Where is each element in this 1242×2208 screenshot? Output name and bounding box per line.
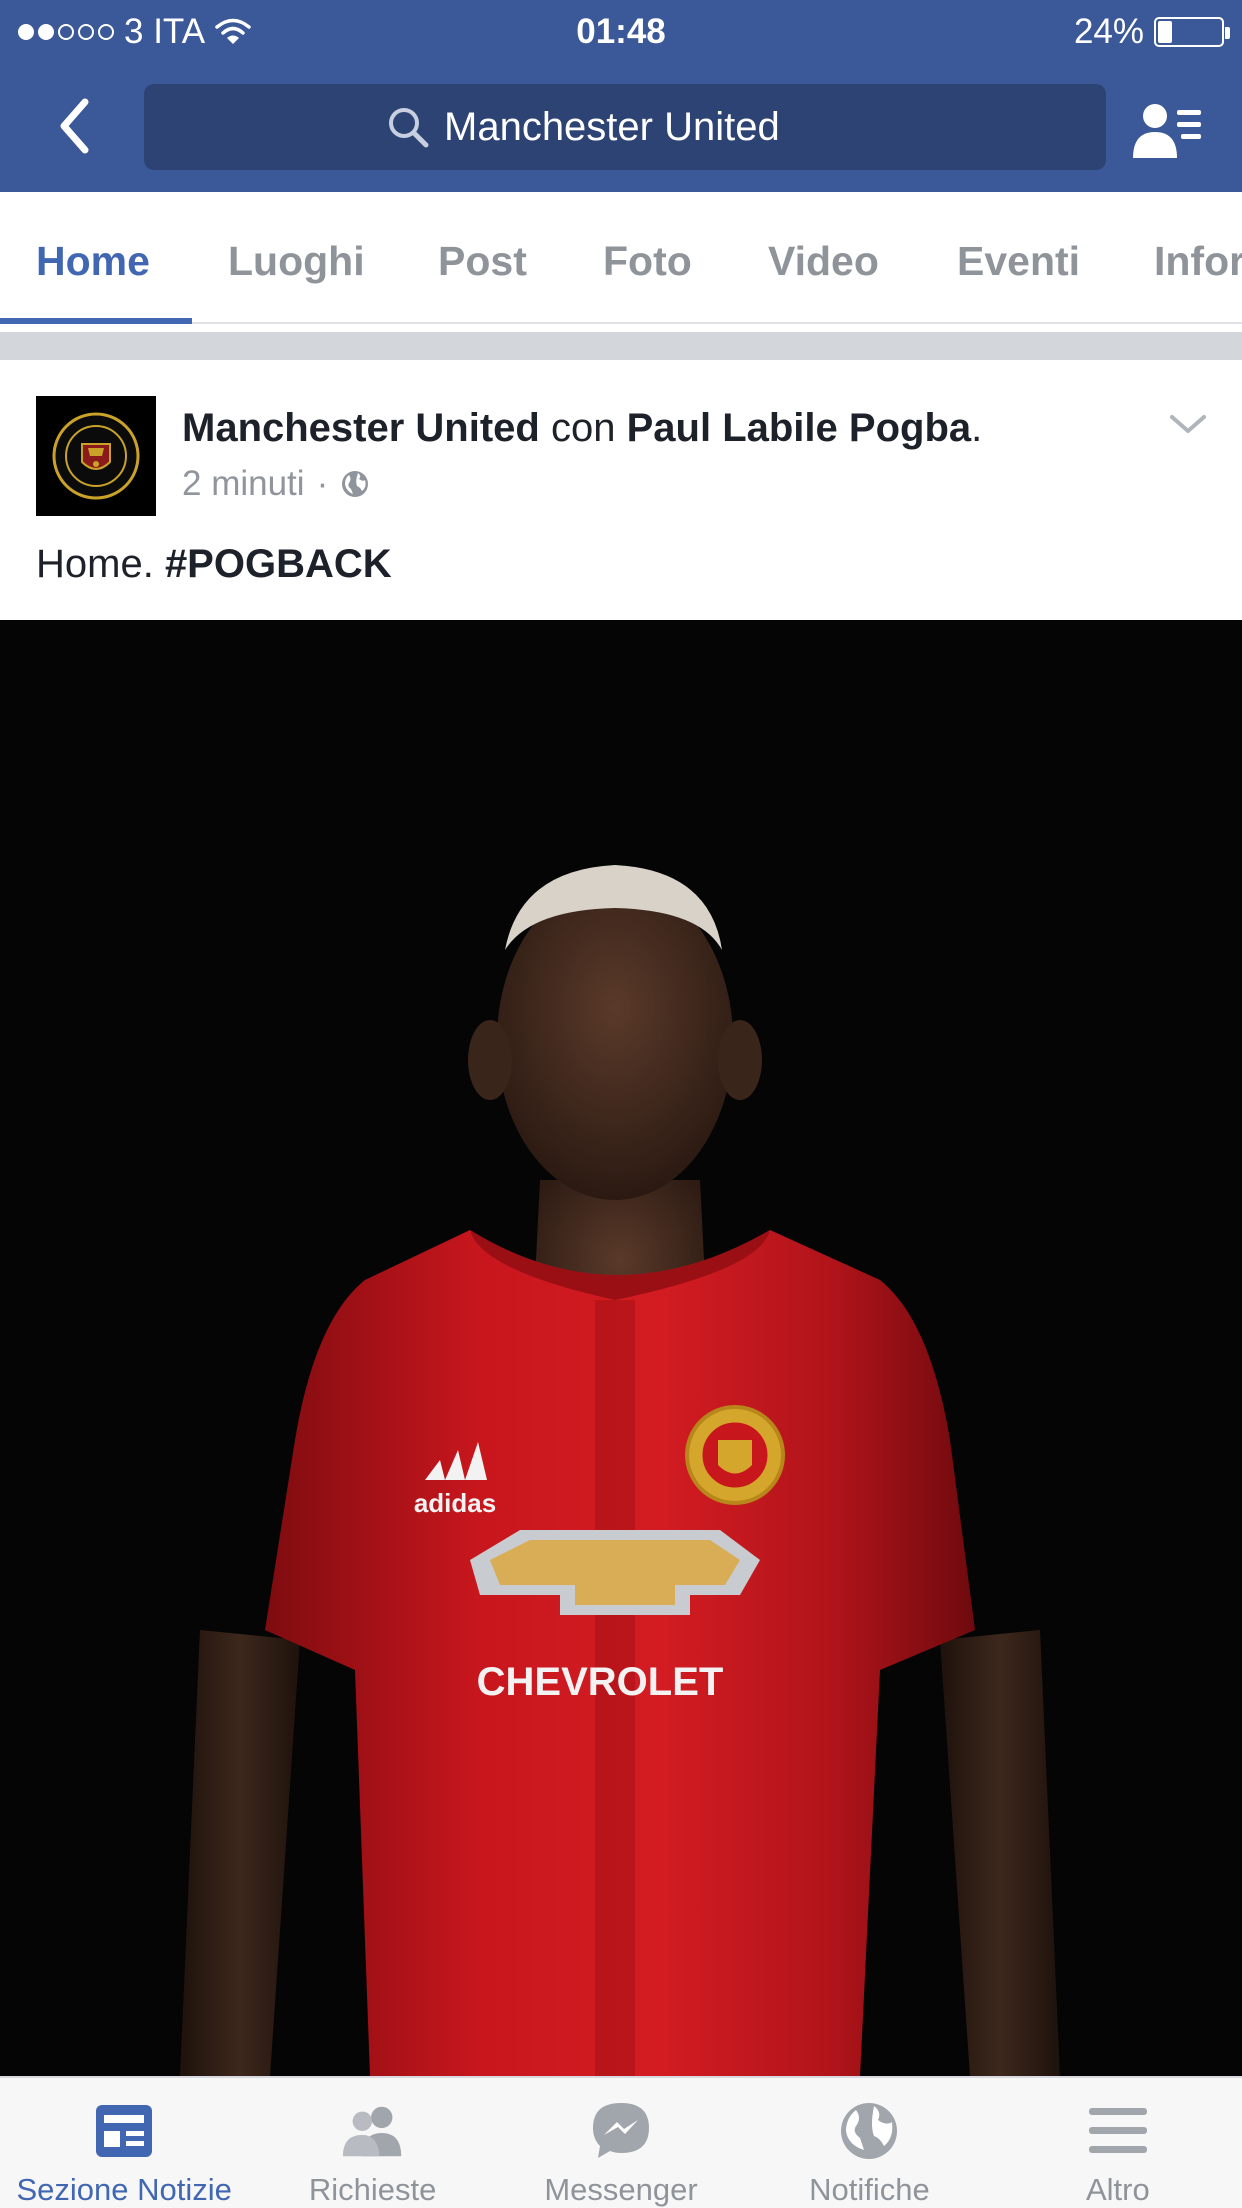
- nav-news-feed[interactable]: Sezione Notizie: [0, 2078, 248, 2208]
- bottom-tab-bar: Sezione Notizie Richieste Messenger Noti…: [0, 2076, 1242, 2208]
- nav-label-friend-requests: Richieste: [308, 2172, 437, 2207]
- page-tabs: Home Luoghi Post Foto Video Eventi Infor: [0, 192, 1242, 324]
- menu-icon: [1088, 2108, 1147, 2153]
- profile-menu-button[interactable]: [1118, 92, 1218, 168]
- globe-privacy-icon: [342, 471, 369, 497]
- active-tab-indicator: [0, 318, 192, 324]
- back-chevron-icon: [60, 98, 89, 154]
- post-options-button[interactable]: [1160, 400, 1216, 450]
- post-card: Manchester United con Paul Labile Pogba.…: [0, 360, 1242, 620]
- shirt-brand-text: adidas: [414, 1488, 496, 1518]
- status-time: 01:48: [576, 12, 666, 51]
- post-headline: Manchester United con Paul Labile Pogba.: [182, 402, 982, 454]
- post-meta: 2 minuti ·: [182, 464, 370, 504]
- shirt-sponsor-text: CHEVROLET: [477, 1660, 724, 1704]
- person-list-icon: [1133, 104, 1201, 158]
- search-bar[interactable]: [144, 84, 1106, 170]
- search-icon: [389, 108, 429, 148]
- post-author[interactable]: Manchester United: [182, 406, 540, 450]
- nav-more[interactable]: Altro: [994, 2078, 1242, 2208]
- tab-info[interactable]: Infor: [1154, 192, 1242, 322]
- caption-hashtag[interactable]: #POGBACK: [165, 542, 392, 586]
- nav-friend-requests[interactable]: Richieste: [248, 2078, 496, 2208]
- post-time[interactable]: 2 minuti: [182, 464, 305, 504]
- chevron-down-icon: [1170, 415, 1206, 433]
- club-crest-icon: [52, 412, 140, 500]
- top-header: 3 ITA 01:48 24%: [0, 0, 1242, 192]
- post-photo[interactable]: CHEVROLET adidas: [0, 620, 1242, 2076]
- post-period: .: [971, 406, 983, 450]
- globe-notifications-icon: [841, 2103, 898, 2159]
- section-divider: [0, 332, 1242, 360]
- nav-label-messenger: Messenger: [544, 2172, 698, 2207]
- tab-eventi[interactable]: Eventi: [957, 192, 1080, 322]
- post-caption: Home. #POGBACK: [36, 538, 392, 590]
- post-tagged-person[interactable]: Paul Labile Pogba: [627, 406, 972, 450]
- back-button[interactable]: [44, 88, 104, 164]
- battery-info: 24%: [1073, 10, 1230, 54]
- caption-text: Home.: [36, 542, 154, 586]
- status-bar: 3 ITA 01:48 24%: [0, 0, 1242, 62]
- tab-luoghi[interactable]: Luoghi: [228, 192, 365, 322]
- nav-notifications[interactable]: Notifiche: [745, 2078, 993, 2208]
- tab-home[interactable]: Home: [36, 192, 150, 322]
- meta-separator: ·: [316, 464, 329, 503]
- nav-label-notifications: Notifiche: [809, 2172, 930, 2207]
- tab-post[interactable]: Post: [438, 192, 527, 322]
- nav-messenger[interactable]: Messenger: [497, 2078, 745, 2208]
- post-connector: con: [550, 406, 616, 450]
- nav-label-more: Altro: [1085, 2172, 1150, 2207]
- nav-label-news-feed: Sezione Notizie: [16, 2172, 232, 2207]
- news-feed-icon: [96, 2105, 153, 2157]
- battery-percent: 24%: [1073, 12, 1144, 51]
- friend-requests-icon: [342, 2106, 401, 2157]
- avatar[interactable]: [36, 396, 156, 516]
- tab-foto[interactable]: Foto: [603, 192, 692, 322]
- search-input[interactable]: [444, 104, 864, 150]
- tab-video[interactable]: Video: [768, 192, 879, 322]
- messenger-icon: [593, 2103, 650, 2158]
- battery-icon: [1154, 17, 1230, 47]
- player-photo: CHEVROLET adidas: [0, 620, 1242, 2076]
